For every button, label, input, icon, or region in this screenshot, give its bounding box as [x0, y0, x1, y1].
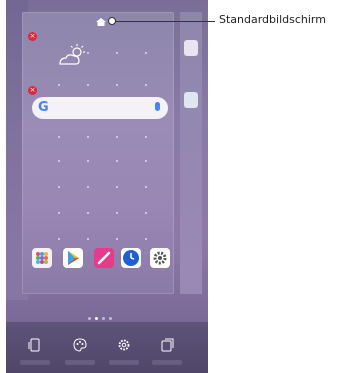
grid-dot — [145, 186, 147, 188]
grid-dot — [58, 84, 60, 86]
bottom-bar-label-placeholder — [152, 360, 182, 365]
grid-dot — [145, 160, 147, 162]
google-logo: G — [38, 100, 49, 115]
remove-widget-icon[interactable]: × — [28, 32, 37, 41]
play-store-icon[interactable] — [63, 248, 83, 268]
remove-widget-icon[interactable]: × — [28, 86, 37, 95]
grid-dot — [87, 186, 89, 188]
page-dot-active — [95, 317, 98, 320]
grid-dot — [58, 186, 60, 188]
home-icon[interactable] — [96, 18, 106, 26]
grid-dot — [87, 136, 89, 138]
grid-dot — [116, 212, 118, 214]
grid-dot — [116, 136, 118, 138]
weather-widget-icon[interactable] — [56, 42, 88, 70]
widgets-icon[interactable] — [160, 338, 174, 352]
mic-icon[interactable] — [155, 102, 160, 111]
grid-dot — [116, 84, 118, 86]
settings-icon[interactable] — [150, 248, 170, 268]
callout-leader-line — [112, 21, 215, 22]
page-dot — [109, 317, 112, 320]
google-search-widget[interactable]: G — [32, 97, 168, 119]
grid-dot — [116, 160, 118, 162]
grid-dot — [58, 238, 60, 240]
settings-icon[interactable] — [117, 338, 131, 352]
theme-icon[interactable] — [73, 338, 87, 352]
grid-dot — [116, 52, 118, 54]
bottom-bar-label-placeholder — [109, 360, 139, 365]
grid-dot — [145, 212, 147, 214]
grid-dot — [87, 52, 89, 54]
grid-dot — [145, 238, 147, 240]
grid-dot — [145, 52, 147, 54]
callout-pointer — [108, 17, 116, 25]
grid-dot — [145, 84, 147, 86]
wallpaper-icon[interactable] — [28, 338, 42, 352]
page-dot — [102, 317, 105, 320]
grid-dot — [87, 84, 89, 86]
grid-dot — [58, 136, 60, 138]
next-page-app-icon — [184, 92, 198, 108]
bottom-bar-label-placeholder — [65, 360, 95, 365]
page-dot — [88, 317, 91, 320]
next-page-app-icon — [184, 40, 198, 56]
app-folder-icon[interactable] — [32, 248, 52, 268]
grid-dot — [145, 136, 147, 138]
callout-label: Standardbildschirm — [219, 13, 326, 26]
grid-dot — [116, 238, 118, 240]
bottom-bar-label-placeholder — [20, 360, 50, 365]
grid-dot — [87, 212, 89, 214]
grid-dot — [87, 238, 89, 240]
grid-dot — [87, 160, 89, 162]
grid-dot — [116, 186, 118, 188]
grid-dot — [58, 212, 60, 214]
notes-icon[interactable] — [94, 248, 114, 268]
grid-dot — [58, 160, 60, 162]
clock-icon[interactable] — [121, 248, 141, 268]
